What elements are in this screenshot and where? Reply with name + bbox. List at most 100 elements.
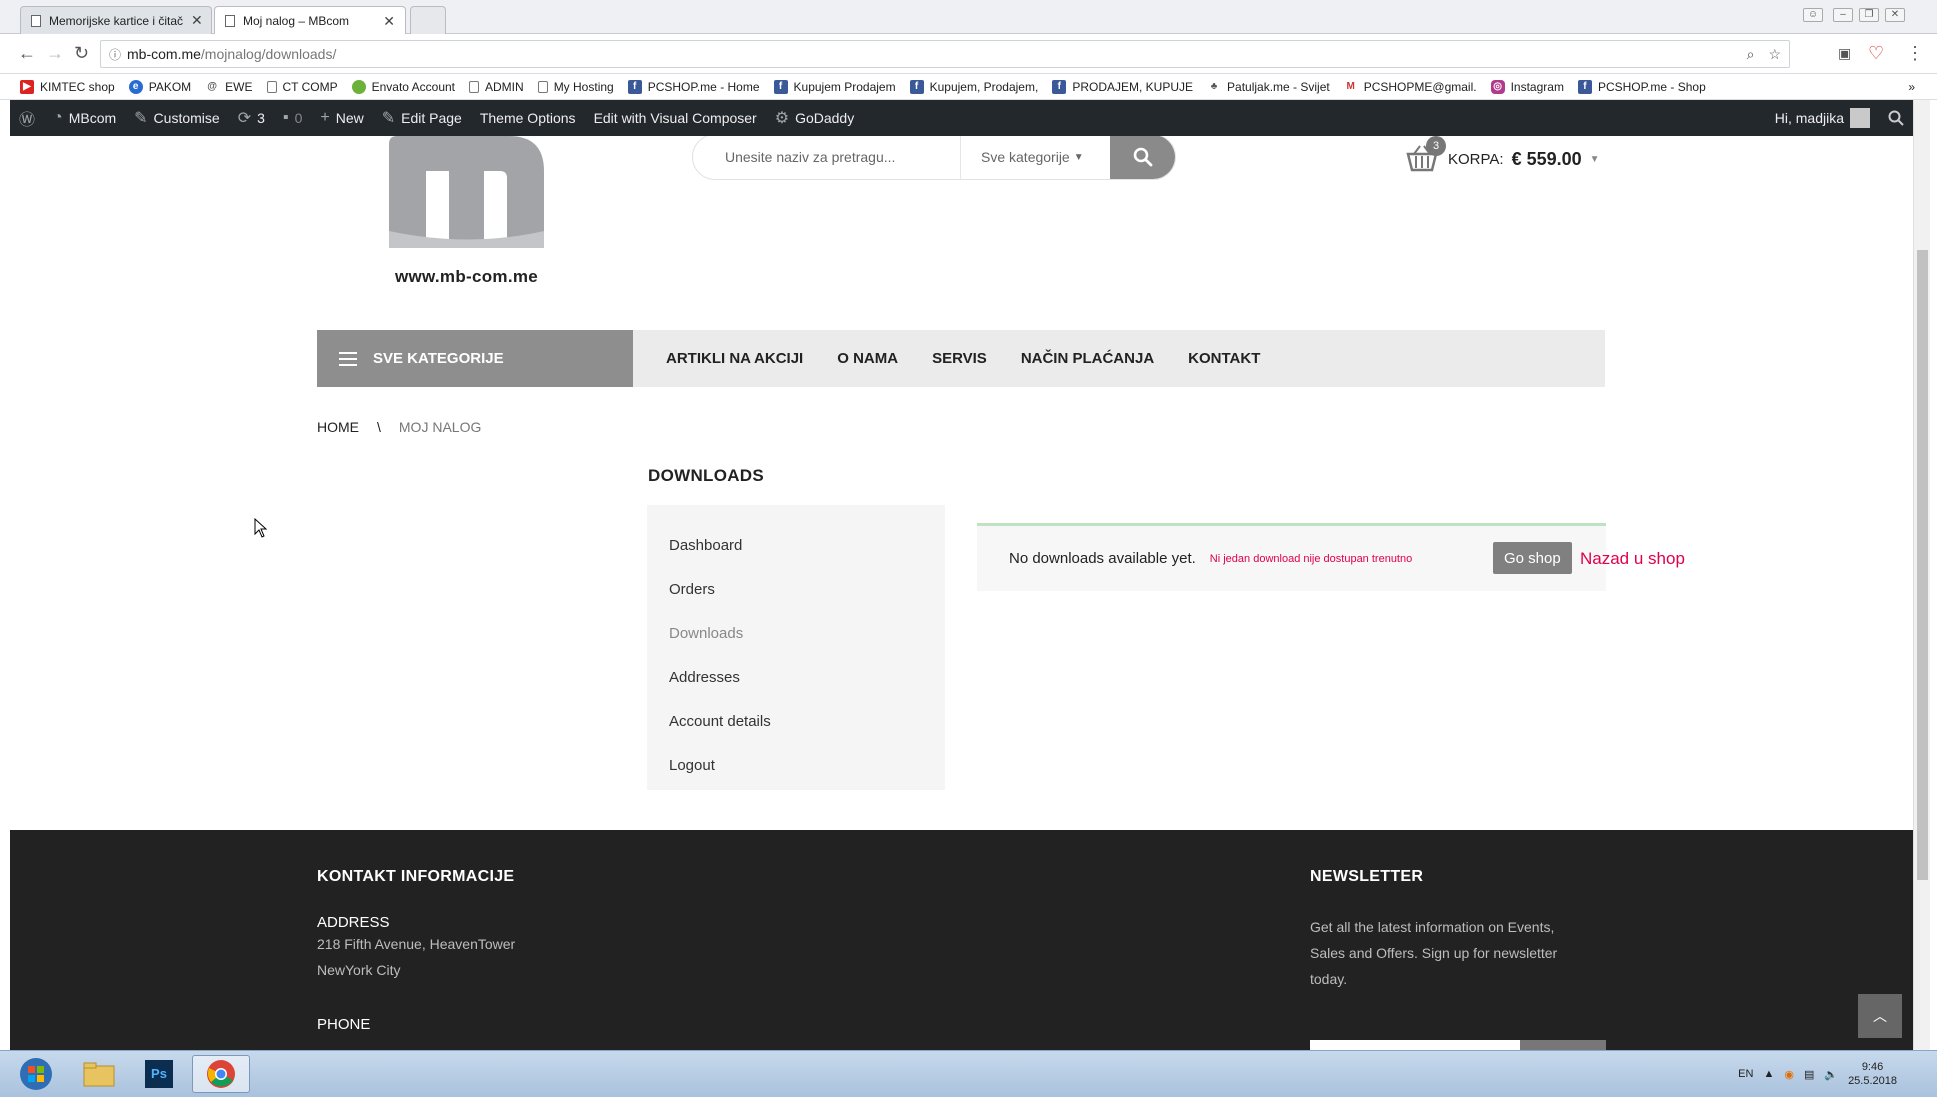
tray-avast-icon[interactable]: ◉ bbox=[1784, 1068, 1794, 1081]
menu-item-servis[interactable]: SERVIS bbox=[932, 350, 987, 367]
windows-start-icon bbox=[20, 1058, 52, 1090]
all-categories-button[interactable]: SVE KATEGORIJE bbox=[317, 330, 633, 387]
menu-item-nacin-placanja[interactable]: NAČIN PLAĆANJA bbox=[1021, 350, 1154, 367]
page-icon bbox=[31, 14, 41, 27]
search-button[interactable] bbox=[1110, 136, 1175, 179]
godaddy-label: GoDaddy bbox=[795, 110, 855, 126]
close-window-button[interactable]: ✕ bbox=[1885, 8, 1905, 22]
account-nav-logout[interactable]: Logout bbox=[647, 743, 945, 787]
language-indicator[interactable]: EN bbox=[1738, 1068, 1753, 1080]
taskbar-chrome[interactable] bbox=[192, 1055, 250, 1093]
cart-widget[interactable]: 3 KORPA: € 559.00 ▼ bbox=[1406, 136, 1600, 174]
restore-button[interactable]: ❐ bbox=[1859, 8, 1879, 22]
breadcrumb-separator: \ bbox=[377, 419, 381, 435]
info-icon[interactable]: ⓘ bbox=[109, 46, 121, 63]
page-icon bbox=[225, 15, 235, 27]
new-tab-button[interactable] bbox=[410, 6, 446, 34]
menu-item-o-nama[interactable]: O NAMA bbox=[837, 350, 898, 367]
wordpress-logo-button[interactable]: Ⓦ bbox=[10, 100, 44, 136]
menu-item-artikli-na-akciji[interactable]: ARTIKLI NA AKCIJI bbox=[666, 350, 803, 367]
bookmark-label: Kupujem, Prodajem, bbox=[929, 79, 1039, 94]
bookmark-item[interactable]: M PCSHOPME@gmail. bbox=[1343, 79, 1477, 94]
account-menu[interactable]: Hi, madjika bbox=[1766, 100, 1879, 136]
admin-search-button[interactable] bbox=[1879, 100, 1913, 136]
category-select[interactable]: Sve kategorije ▼ bbox=[960, 136, 1110, 179]
scroll-to-top-button[interactable]: ︿ bbox=[1858, 994, 1902, 1038]
bookmark-item[interactable]: ♣ Patuljak.me - Svijet bbox=[1207, 80, 1330, 94]
browser-toolbar: ← → ↻ ⓘ mb-com.me/mojnalog/downloads/ ⌕ … bbox=[0, 34, 1937, 74]
bookmark-star-icon[interactable]: ☆ bbox=[1768, 46, 1781, 63]
bookmark-item[interactable]: ADMIN bbox=[469, 80, 524, 94]
tab-memorijske-kartice[interactable]: Memorijske kartice i čitač ✕ bbox=[20, 6, 212, 34]
edit-page-link[interactable]: ✎ Edit Page bbox=[373, 100, 471, 136]
newsletter-line-3: today. bbox=[1310, 971, 1348, 987]
bookmark-item[interactable]: ▶ KIMTEC shop bbox=[20, 79, 115, 94]
customise-link[interactable]: ✎ Customise bbox=[125, 100, 229, 136]
menu-item-kontakt[interactable]: KONTAKT bbox=[1188, 350, 1260, 367]
bookmark-item[interactable]: CT COMP bbox=[266, 80, 338, 94]
account-nav-dashboard[interactable]: Dashboard bbox=[647, 523, 945, 567]
taskbar-photoshop[interactable]: Ps bbox=[130, 1055, 188, 1093]
bookmark-item[interactable]: f Kupujem Prodajem bbox=[773, 79, 896, 94]
bookmark-label: PCSHOPME@gmail. bbox=[1363, 79, 1477, 94]
breadcrumb-home[interactable]: HOME bbox=[317, 419, 359, 435]
bookmark-item[interactable]: ◎ Instagram bbox=[1490, 79, 1564, 94]
wordpress-icon: Ⓦ bbox=[19, 112, 36, 129]
main-menu: SVE KATEGORIJE ARTIKLI NA AKCIJI O NAMA … bbox=[317, 330, 1605, 387]
new-content-link[interactable]: + New bbox=[311, 100, 372, 136]
updates-link[interactable]: ⟳ 3 bbox=[229, 100, 274, 136]
comments-link[interactable]: ▪ 0 bbox=[274, 100, 311, 136]
bookmark-item[interactable]: My Hosting bbox=[537, 79, 614, 94]
comments-count: 0 bbox=[294, 110, 303, 126]
back-icon[interactable]: ← bbox=[18, 43, 36, 64]
tab-moj-nalog[interactable]: Moj nalog – MBcom ✕ bbox=[214, 6, 406, 35]
address-bar[interactable]: ⓘ mb-com.me/mojnalog/downloads/ ⌕ ☆ bbox=[100, 40, 1790, 68]
heart-extension-icon[interactable]: ♡ bbox=[1868, 43, 1884, 64]
address-label: ADDRESS bbox=[317, 914, 390, 931]
system-clock[interactable]: 9:46 25.5.2018 bbox=[1848, 1060, 1897, 1088]
go-shop-button[interactable]: Go shop bbox=[1493, 542, 1572, 574]
more-bookmarks-icon[interactable]: » bbox=[1908, 80, 1915, 94]
bookmark-item[interactable]: f PRODAJEM, KUPUJE bbox=[1052, 79, 1193, 94]
page-scrollbar[interactable] bbox=[1913, 100, 1930, 1050]
search-input[interactable] bbox=[693, 136, 960, 179]
newsletter-email-input[interactable] bbox=[1310, 1040, 1520, 1050]
account-navigation: Dashboard Orders Downloads Addresses Acc… bbox=[647, 505, 945, 790]
bookmark-item[interactable]: f Kupujem, Prodajem, bbox=[909, 79, 1039, 94]
bookmark-item[interactable]: f PCSHOP.me - Shop bbox=[1577, 79, 1706, 94]
visual-composer-link[interactable]: Edit with Visual Composer bbox=[585, 100, 766, 136]
profile-icon[interactable]: ☺ bbox=[1803, 8, 1823, 22]
account-nav-orders[interactable]: Orders bbox=[647, 567, 945, 611]
cart-count-badge: 3 bbox=[1426, 136, 1446, 156]
folder-icon bbox=[83, 1062, 115, 1087]
zoom-icon[interactable]: ⌕ bbox=[1747, 46, 1755, 63]
tray-arrow-icon[interactable]: ▲ bbox=[1763, 1068, 1774, 1080]
bookmark-item[interactable]: e PAKOM bbox=[128, 79, 191, 94]
tray-volume-icon[interactable]: 🔈 bbox=[1824, 1068, 1838, 1081]
close-tab-icon[interactable]: ✕ bbox=[383, 13, 395, 30]
minimize-button[interactable]: – bbox=[1833, 8, 1853, 22]
account-nav-account-details[interactable]: Account details bbox=[647, 699, 945, 743]
bookmark-item[interactable]: @ EWE bbox=[205, 80, 252, 94]
site-name-link[interactable]: ◔ MBcom bbox=[44, 100, 125, 136]
account-nav-addresses[interactable]: Addresses bbox=[647, 655, 945, 699]
forward-icon[interactable]: → bbox=[46, 43, 64, 64]
theme-options-link[interactable]: Theme Options bbox=[471, 100, 585, 136]
tray-network-icon[interactable]: ▤ bbox=[1804, 1068, 1814, 1081]
bookmark-label: Patuljak.me - Svijet bbox=[1227, 79, 1330, 94]
red-icon: ▶ bbox=[20, 79, 34, 94]
scrollbar-thumb[interactable] bbox=[1917, 250, 1928, 880]
start-button[interactable] bbox=[6, 1055, 66, 1093]
bookmark-item[interactable]: Envato Account bbox=[351, 79, 455, 94]
account-nav-downloads[interactable]: Downloads bbox=[647, 611, 945, 655]
extension-icon[interactable]: ▣ bbox=[1838, 45, 1851, 62]
taskbar-explorer[interactable] bbox=[70, 1055, 128, 1093]
reload-icon[interactable]: ↻ bbox=[74, 43, 89, 64]
close-tab-icon[interactable]: ✕ bbox=[191, 12, 203, 29]
pencil-icon: ✎ bbox=[381, 110, 396, 127]
bookmark-item[interactable]: f PCSHOP.me - Home bbox=[627, 79, 760, 94]
newsletter-subscribe-button[interactable] bbox=[1520, 1040, 1606, 1050]
menu-dots-icon[interactable]: ⋮ bbox=[1906, 43, 1924, 64]
godaddy-link[interactable]: ⚙ GoDaddy bbox=[766, 100, 864, 136]
bookmark-label: My Hosting bbox=[553, 79, 614, 94]
